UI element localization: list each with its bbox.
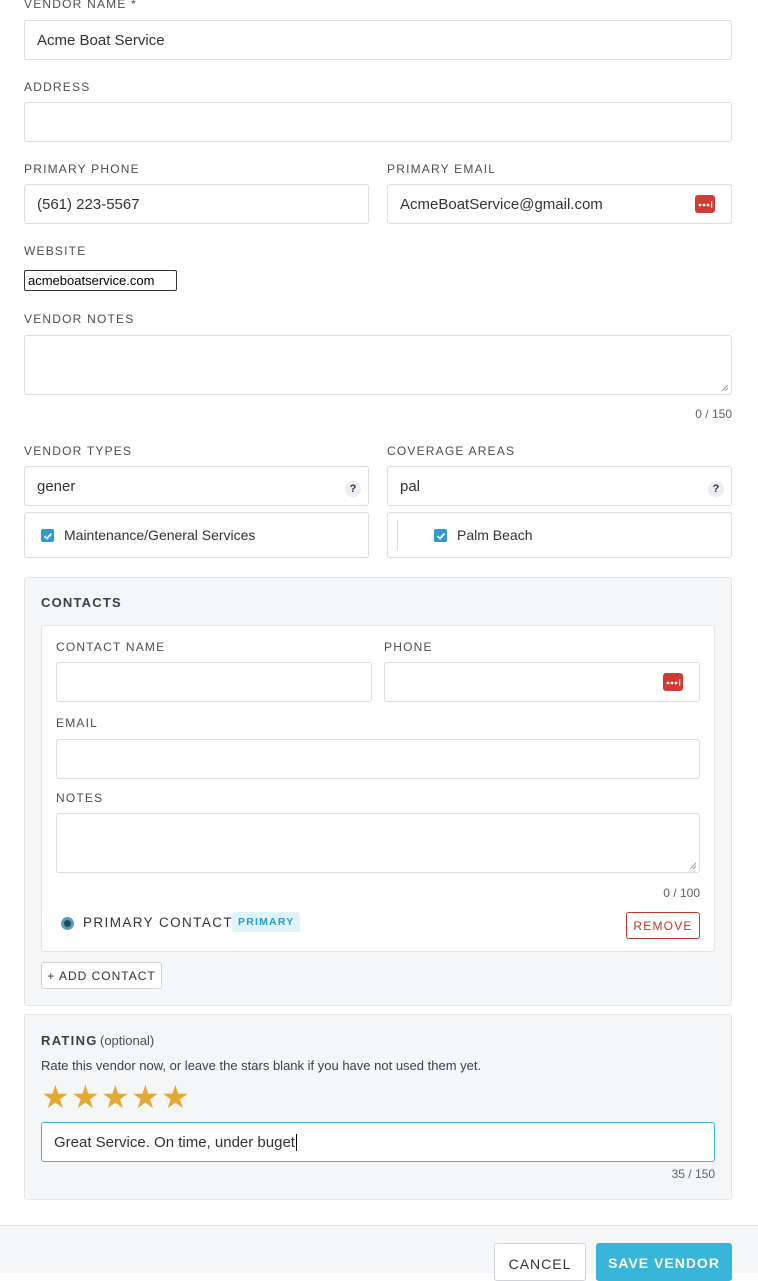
star-rating[interactable]: ★ ★ ★ ★ ★	[41, 1079, 191, 1115]
rating-comment-counter: 35 / 150	[671, 1167, 715, 1181]
contact-email-input[interactable]	[56, 739, 700, 779]
contact-name-input[interactable]	[56, 662, 372, 702]
password-manager-icon[interactable]	[695, 195, 715, 213]
maintenance-option-label[interactable]: Maintenance/General Services	[64, 527, 255, 543]
primary-contact-label[interactable]: PRIMARY CONTACT	[83, 915, 233, 930]
vendor-types-label: VENDOR TYPES	[24, 444, 133, 458]
vendor-types-query: gener	[37, 477, 76, 495]
primary-email-label: PRIMARY EMAIL	[387, 162, 497, 176]
vendor-notes-label: VENDOR NOTES	[24, 312, 135, 326]
rating-comment-input[interactable]: Great Service. On time, under buget	[41, 1122, 715, 1162]
primary-contact-radio[interactable]	[61, 917, 74, 930]
star-3-icon[interactable]: ★	[101, 1079, 131, 1115]
save-vendor-label: SAVE VENDOR	[608, 1255, 720, 1271]
primary-email-value: AcmeBoatService@gmail.com	[400, 195, 603, 213]
text-cursor	[295, 1133, 297, 1151]
rating-comment-value: Great Service. On time, under buget	[54, 1133, 295, 1151]
star-1-icon[interactable]: ★	[41, 1079, 71, 1115]
tree-indent-divider	[397, 520, 398, 550]
vendor-notes-counter: 0 / 150	[695, 407, 732, 421]
primary-badge: PRIMARY	[232, 912, 301, 932]
palm-beach-option-label[interactable]: Palm Beach	[457, 527, 532, 543]
add-contact-button[interactable]: + ADD CONTACT	[41, 962, 162, 989]
contact-email-label: EMAIL	[56, 716, 99, 730]
contact-phone-label: PHONE	[384, 640, 433, 654]
palm-beach-checkbox[interactable]	[434, 529, 447, 542]
add-contact-label: + ADD CONTACT	[47, 968, 156, 983]
coverage-areas-query: pal	[400, 477, 421, 495]
website-input[interactable]: acmeboatservice.com	[24, 270, 177, 291]
contact-name-label: CONTACT NAME	[56, 640, 166, 654]
rating-optional: (optional)	[100, 1033, 155, 1048]
vendor-name-label: VENDOR NAME *	[24, 0, 137, 11]
cancel-button[interactable]: CANCEL	[494, 1243, 586, 1281]
contact-notes-counter: 0 / 100	[663, 886, 700, 900]
address-input[interactable]	[24, 102, 732, 142]
vendor-types-search-input[interactable]: gener	[24, 466, 369, 506]
rating-hint: Rate this vendor now, or leave the stars…	[41, 1058, 482, 1073]
contact-phone-input[interactable]	[384, 662, 700, 702]
coverage-areas-label: COVERAGE AREAS	[387, 444, 516, 458]
resize-handle-icon[interactable]	[721, 384, 729, 392]
primary-email-input[interactable]: AcmeBoatService@gmail.com	[387, 184, 732, 224]
contact-notes-resize-icon[interactable]	[689, 862, 697, 870]
vendor-name-value: Acme Boat Service	[37, 31, 165, 49]
vendor-notes-textarea[interactable]	[24, 335, 732, 395]
contact-password-manager-icon[interactable]	[663, 673, 683, 691]
vendor-types-help-icon[interactable]: ?	[345, 481, 361, 497]
primary-phone-label: PRIMARY PHONE	[24, 162, 140, 176]
contact-notes-textarea[interactable]	[56, 813, 700, 873]
vendor-types-options: Maintenance/General Services	[24, 512, 369, 558]
contacts-title: CONTACTS	[41, 595, 122, 610]
primary-phone-value: (561) 223-5567	[37, 195, 140, 213]
remove-label: REMOVE	[633, 918, 693, 933]
rating-title: RATING	[41, 1033, 98, 1048]
star-2-icon[interactable]: ★	[71, 1079, 101, 1115]
save-vendor-button[interactable]: SAVE VENDOR	[596, 1243, 732, 1281]
primary-phone-input[interactable]: (561) 223-5567	[24, 184, 369, 224]
star-5-icon[interactable]: ★	[161, 1079, 191, 1115]
coverage-areas-help-icon[interactable]: ?	[708, 481, 724, 497]
cancel-label: CANCEL	[508, 1256, 572, 1272]
maintenance-checkbox[interactable]	[41, 529, 54, 542]
address-label: ADDRESS	[24, 80, 91, 94]
coverage-areas-search-input[interactable]: pal	[387, 466, 732, 506]
website-value: acmeboatservice.com	[28, 273, 155, 288]
contact-notes-label: NOTES	[56, 791, 104, 805]
website-label: WEBSITE	[24, 244, 87, 258]
remove-contact-button[interactable]: REMOVE	[626, 912, 700, 939]
coverage-areas-options: Palm Beach	[387, 512, 732, 558]
star-4-icon[interactable]: ★	[131, 1079, 161, 1115]
vendor-name-input[interactable]: Acme Boat Service	[24, 20, 732, 60]
